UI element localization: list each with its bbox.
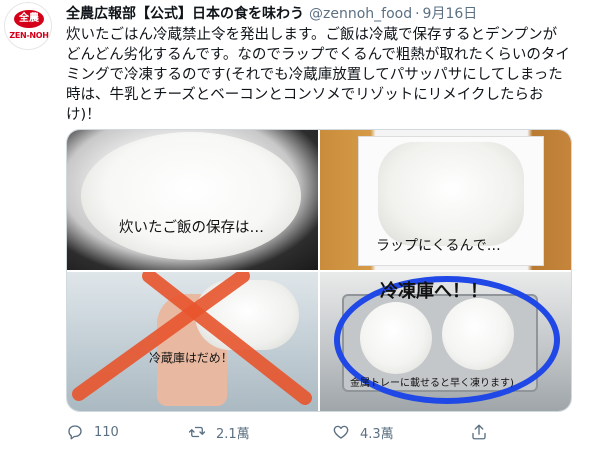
reply-button[interactable]: 110 [66,420,119,444]
reply-count: 110 [94,424,119,440]
zennoh-logo-mark: 全農 [14,10,44,28]
media-grid[interactable]: 炊いたご飯の保存は… ラップにくるんで… 冷蔵庫はだめ！ 冷凍庫へ！！ 金属トレ… [66,129,572,412]
photo-caption: 金属トレーに載せると早く凍ります) [350,378,514,389]
photo-caption: 炊いたご飯の保存は… [119,220,264,236]
photo-caption: ラップにくるんで… [376,238,501,254]
tweet-actions: 110 2.1萬 4.3萬 [66,420,506,444]
tweet[interactable]: 全農 ZEN-NOH 全農広報部【公式】日本の食を味わう @zennoh_food… [0,0,591,450]
retweet-count: 2.1萬 [216,426,250,442]
photo-fridge-no[interactable]: 冷蔵庫はだめ！ [67,272,318,411]
photo-freezer[interactable]: 冷凍庫へ！！ 金属トレーに載せると早く凍ります) [320,272,571,411]
tweet-text: 炊いたごはん冷蔵禁止令を発出します。ご飯は冷蔵で保存するとデンプンがどんどん劣化… [66,27,570,123]
author-name[interactable]: 全農広報部【公式】日本の食を味わう [66,6,304,22]
heart-icon [333,425,349,439]
separator-dot: · [415,6,420,22]
wrapped-rice-image [378,142,524,246]
retweet-button[interactable]: 2.1萬 [188,420,250,444]
zennoh-logo-text: ZEN-NOH [9,31,49,40]
tweet-header: 全農広報部【公式】日本の食を味わう @zennoh_food · 9月16日 [66,4,477,24]
like-button[interactable]: 4.3萬 [332,420,394,444]
reply-icon [68,425,82,440]
photo-cooked-rice[interactable]: 炊いたご飯の保存は… [67,130,318,270]
share-button[interactable] [470,420,498,444]
red-cross-icon [72,272,312,405]
photo-caption: 冷蔵庫はだめ！ [149,351,233,365]
author-handle[interactable]: @zennoh_food [309,6,412,22]
photo-wrapped-rice[interactable]: ラップにくるんで… [320,130,571,270]
photo-caption: 冷凍庫へ！！ [380,281,488,302]
rice-in-cooker-image [81,132,301,260]
retweet-icon [188,426,206,438]
like-count: 4.3萬 [360,426,394,442]
tweet-date[interactable]: 9月16日 [423,6,478,22]
avatar[interactable]: 全農 ZEN-NOH [4,2,52,50]
share-icon [472,424,486,440]
